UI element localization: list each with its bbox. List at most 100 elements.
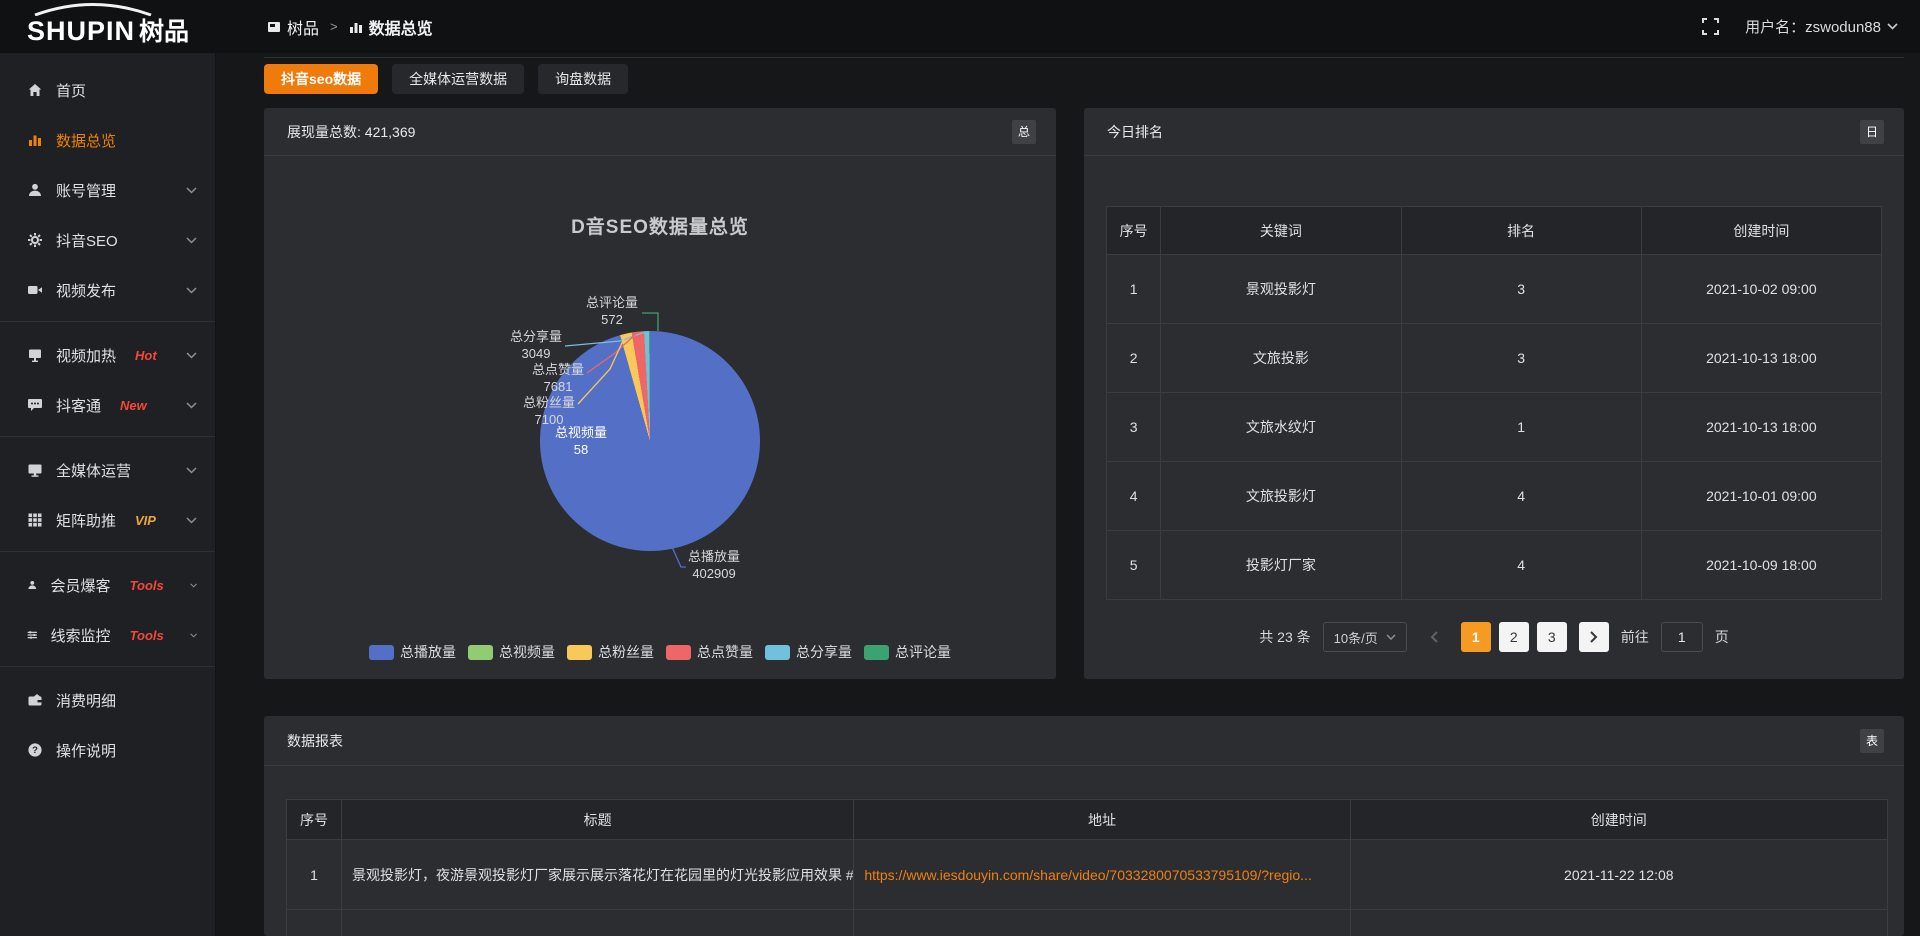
tab-抖音seo数据[interactable]: 抖音seo数据 (264, 64, 378, 94)
ranking-corner-button[interactable]: 日 (1860, 120, 1884, 144)
legend-label: 总粉丝量 (598, 642, 654, 662)
sidebar-item-线索监控[interactable]: 线索监控Tools (0, 610, 215, 660)
breadcrumb-current[interactable]: 数据总览 (349, 15, 433, 39)
ranking-table-cell: 文旅水纹灯 (1161, 393, 1401, 462)
pagination-goto-label: 前往 (1621, 627, 1649, 647)
user-menu[interactable]: 用户名：zswodun88 (1745, 16, 1898, 37)
ranking-table-cell: 2 (1107, 324, 1161, 393)
legend-swatch (468, 645, 493, 660)
ranking-table-cell: 文旅投影灯 (1161, 462, 1401, 531)
sidebar: 首页数据总览账号管理抖音SEO视频发布视频加热Hot抖客通New 全媒体运营矩阵助… (0, 53, 216, 936)
pagination-goto-input[interactable] (1661, 622, 1703, 652)
sidebar-item-矩阵助推[interactable]: 矩阵助推VIP (0, 495, 215, 545)
sidebar-item-账号管理[interactable]: 账号管理 (0, 165, 215, 215)
bar-chart-icon (27, 132, 43, 148)
home-icon (27, 82, 43, 98)
chevron-right-icon (1590, 631, 1598, 643)
sidebar-item-抖音SEO[interactable]: 抖音SEO (0, 215, 215, 265)
overview-panel-title: 展现量总数: 421,369 (287, 122, 415, 142)
tab-全媒体运营数据[interactable]: 全媒体运营数据 (392, 64, 524, 94)
ranking-table-cell: 4 (1401, 531, 1641, 600)
pie-label-name: 总粉丝量 (523, 394, 575, 411)
video-link[interactable]: https://www.iesdouyin.com/share/video/70… (864, 867, 1312, 883)
pagination-total: 共 23 条 (1259, 627, 1310, 647)
pagination-page-3[interactable]: 3 (1537, 622, 1567, 652)
sidebar-item-视频发布[interactable]: 视频发布 (0, 265, 215, 315)
page-size-select[interactable]: 10条/页 (1323, 622, 1407, 652)
legend-item-总播放量[interactable]: 总播放量 (369, 642, 456, 662)
legend-item-总点赞量[interactable]: 总点赞量 (666, 642, 753, 662)
pagination-prev-button[interactable] (1419, 622, 1449, 652)
report-table-row (287, 910, 1888, 936)
sidebar-item-label: 全媒体运营 (56, 460, 131, 481)
ranking-table: 序号关键词排名创建时间 1景观投影灯32021-10-02 09:002文旅投影… (1106, 206, 1882, 600)
ranking-table-cell: 4 (1401, 462, 1641, 531)
ranking-table-cell: 1 (1401, 393, 1641, 462)
sidebar-item-操作说明[interactable]: ?操作说明 (0, 725, 215, 775)
report-cell-index: 1 (287, 840, 342, 910)
breadcrumb-root[interactable]: 树品 (267, 15, 319, 39)
pie-label-likes: 总点赞量7681 (532, 361, 584, 395)
ranking-table-cell: 2021-10-01 09:00 (1641, 462, 1881, 531)
pie-label-name: 总视频量 (555, 424, 607, 441)
legend-swatch (864, 645, 889, 660)
report-table: 序号标题地址创建时间 1景观投影灯，夜游景观投影灯厂家展示展示落花灯在花园里的灯… (286, 799, 1888, 936)
legend-item-总分享量[interactable]: 总分享量 (765, 642, 852, 662)
report-panel-title: 数据报表 (287, 731, 343, 751)
legend-swatch (765, 645, 790, 660)
ranking-table-cell: 3 (1401, 324, 1641, 393)
chevron-down-icon (186, 287, 197, 294)
data-tabs: 抖音seo数据全媒体运营数据询盘数据 (264, 64, 1904, 94)
sidebar-item-首页[interactable]: 首页 (0, 65, 215, 115)
pie-label-shares: 总分享量3049 (510, 328, 562, 362)
report-corner-button[interactable]: 表 (1860, 729, 1884, 753)
legend-label: 总视频量 (499, 642, 555, 662)
pie-chart-area: D音SEO数据量总览 总评论量572 总分享量3049 总点赞量7681 总粉丝… (264, 156, 1056, 679)
legend-item-总粉丝量[interactable]: 总粉丝量 (567, 642, 654, 662)
tab-询盘数据[interactable]: 询盘数据 (538, 64, 628, 94)
sidebar-item-数据总览[interactable]: 数据总览 (0, 115, 215, 165)
legend-label: 总播放量 (400, 642, 456, 662)
pie-callout-lines (264, 156, 1056, 684)
legend-item-总评论量[interactable]: 总评论量 (864, 642, 951, 662)
member-icon (27, 577, 38, 593)
ranking-table-cell: 3 (1107, 393, 1161, 462)
pagination-next-button[interactable] (1579, 622, 1609, 652)
chevron-down-icon (1887, 23, 1898, 30)
overview-corner-button[interactable]: 总 (1012, 120, 1036, 144)
legend-item-总视频量[interactable]: 总视频量 (468, 642, 555, 662)
sidebar-item-消费明细[interactable]: 消费明细 (0, 675, 215, 725)
chevron-down-icon (1386, 634, 1396, 640)
chevron-down-icon (186, 517, 197, 524)
logo-text-en: SHUPIN (27, 18, 135, 45)
breadcrumb-separator: > (330, 19, 338, 34)
ranking-table-cell: 1 (1107, 255, 1161, 324)
legend-swatch (666, 645, 691, 660)
pie-label-value: 58 (555, 441, 607, 458)
sidebar-item-全媒体运营[interactable]: 全媒体运营 (0, 445, 215, 495)
ranking-column-header: 创建时间 (1641, 207, 1881, 255)
sidebar-item-抖客通[interactable]: 抖客通New (0, 380, 215, 430)
fullscreen-icon[interactable] (1702, 18, 1719, 35)
ranking-table-cell: 3 (1401, 255, 1641, 324)
legend-label: 总分享量 (796, 642, 852, 662)
sidebar-item-会员爆客[interactable]: 会员爆客Tools (0, 560, 215, 610)
video-icon (27, 282, 43, 298)
sidebar-item-label: 数据总览 (56, 130, 116, 151)
ranking-table-cell: 景观投影灯 (1161, 255, 1401, 324)
ranking-table-row: 2文旅投影32021-10-13 18:00 (1107, 324, 1882, 393)
pagination-page-2[interactable]: 2 (1499, 622, 1529, 652)
pagination-page-1[interactable]: 1 (1461, 622, 1491, 652)
ranking-table-cell: 投影灯厂家 (1161, 531, 1401, 600)
ranking-column-header: 排名 (1401, 207, 1641, 255)
gear-icon (27, 232, 43, 248)
ranking-table-cell: 文旅投影 (1161, 324, 1401, 393)
pie-label-videos: 总视频量58 (555, 424, 607, 458)
sidebar-item-视频加热[interactable]: 视频加热Hot (0, 330, 215, 380)
pie-label-plays: 总播放量402909 (688, 548, 740, 582)
sliders-icon (27, 627, 38, 643)
logo-arc-icon (29, 2, 157, 16)
chevron-down-icon (186, 237, 197, 244)
sidebar-item-badge: VIP (135, 513, 156, 528)
username-label: 用户名：zswodun88 (1745, 16, 1881, 37)
